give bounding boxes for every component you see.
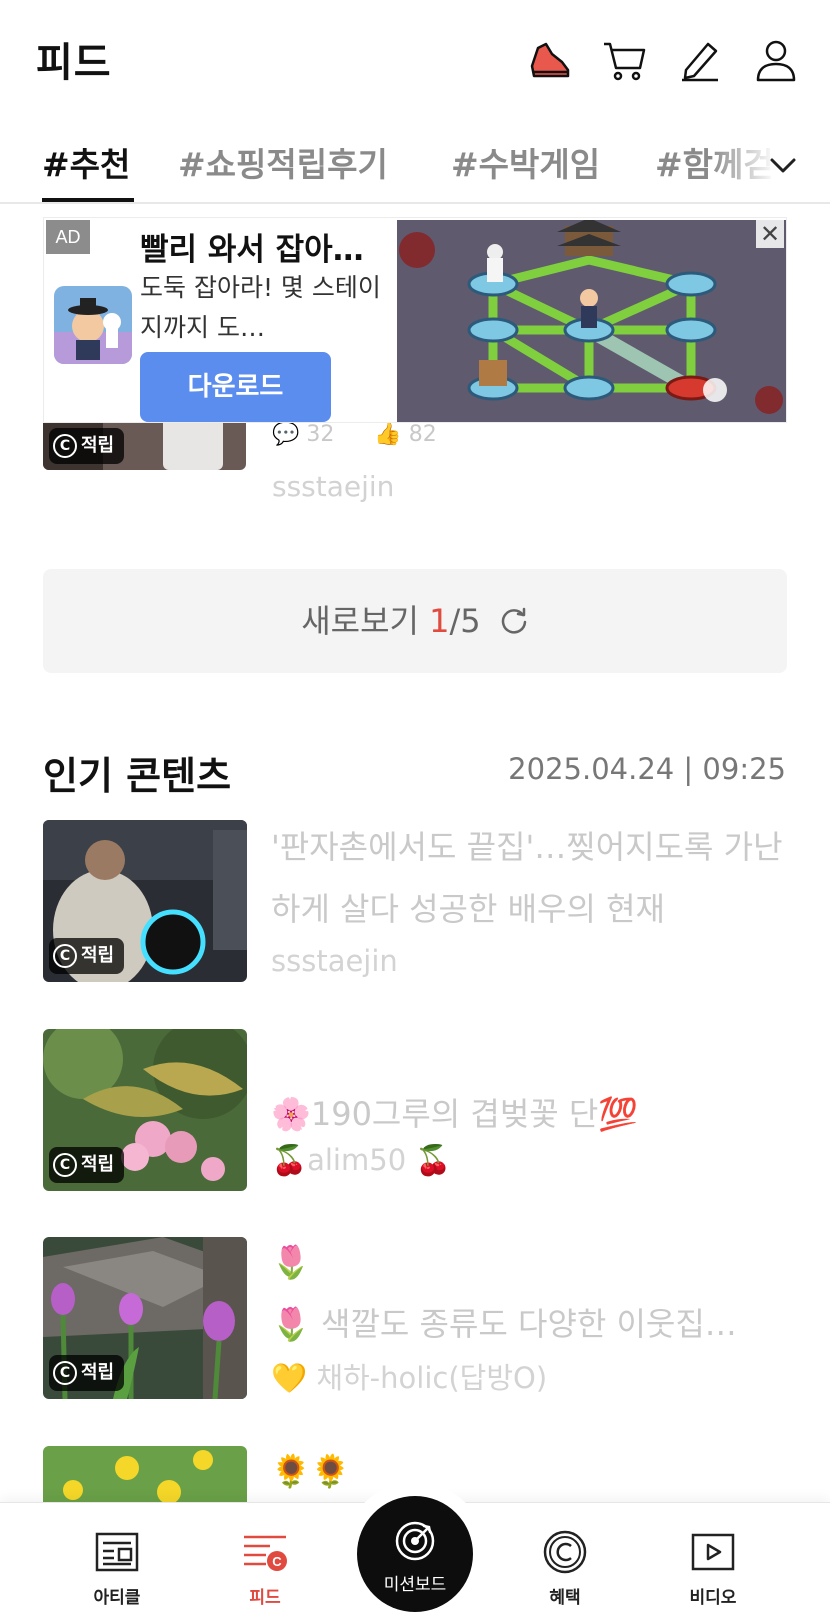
section-timestamp: 2025.04.24 | 09:25 (508, 752, 786, 786)
item-author[interactable]: 💛 채하-holic(답방O) (271, 1355, 547, 1397)
copyright-coin-icon (543, 1530, 587, 1574)
nav-item-mission-board[interactable]: 미션보드 (357, 1496, 473, 1612)
feed-thumbnail[interactable]: C 적립 (43, 820, 247, 982)
item-author[interactable]: ssstaejin (271, 944, 398, 978)
page-title: 피드 (36, 40, 112, 86)
refresh-icon (501, 607, 527, 634)
comment-count-value: 32 (306, 422, 335, 447)
refresh-current-page: 1 (429, 602, 450, 640)
ad-game-image[interactable] (397, 218, 786, 422)
refresh-total-pages: /5 (449, 602, 481, 640)
reward-badge-label: 적립 (81, 1362, 115, 1383)
like-count: 👍 82 (374, 422, 437, 447)
section-title: 인기 콘텐츠 (43, 754, 232, 798)
tab-shopping-review[interactable]: #쇼핑적립후기 (178, 138, 388, 186)
feed-icon: C (244, 1535, 287, 1571)
ad-download-button[interactable]: 다운로드 (140, 352, 331, 422)
header-actions (524, 36, 800, 84)
cart-icon[interactable] (600, 36, 648, 84)
list-item[interactable]: C 적립 '판자촌에서도 끝집'…찢어지도록 가난하게 살다 성공한 배우의 현… (43, 820, 787, 982)
ad-banner[interactable]: AD 빨리 와서 잡아… 도둑 잡아라! 몇 스테이지까지 도… 다운로드 ✕ (43, 217, 787, 423)
active-tab-indicator (42, 198, 134, 202)
item-author[interactable]: 🍒alim50 🍒 (271, 1143, 451, 1178)
target-icon (395, 1521, 435, 1561)
hashtag-tabs: #추천 #쇼핑적립후기 #수박게임 #함께걷기 (0, 128, 830, 204)
comment-count: 💬 32 (272, 422, 335, 447)
item-title[interactable]: 🌻🌻 (271, 1440, 791, 1502)
reward-badge: C 적립 (49, 1147, 125, 1183)
list-item[interactable]: C 적립 🌸190그루의 겹벚꽃 단💯 🍒alim50 🍒 (43, 1029, 787, 1191)
app-header: 피드 (0, 0, 830, 120)
nav-item-feed[interactable]: C 피드 (205, 1529, 325, 1608)
copyright-icon: C (53, 1361, 77, 1385)
ad-description: 도둑 잡아라! 몇 스테이지까지 도… (140, 273, 381, 342)
pencil-icon[interactable] (676, 36, 724, 84)
list-item[interactable]: C 적립 🌷 🌷 색깔도 종류도 다양한 이웃집… 💛 채하-holic(답방O… (43, 1237, 787, 1399)
nav-label: 아티클 (93, 1588, 141, 1608)
like-count-value: 82 (408, 422, 437, 447)
item-title-line2[interactable]: 🌷 색깔도 종류도 다양한 이웃집… (271, 1293, 791, 1355)
nav-label: 미션보드 (383, 1575, 447, 1595)
reward-badge: C 적립 (49, 428, 125, 464)
feed-thumbnail[interactable]: C 적립 (43, 1237, 247, 1399)
item-title[interactable]: '판자촌에서도 끝집'…찢어지도록 가난하게 살다 성공한 배우의 현재 (271, 816, 791, 940)
nav-item-video[interactable]: 비디오 (653, 1529, 773, 1608)
reward-badge-label: 적립 (81, 435, 115, 456)
item-title-line1[interactable]: 🌷 (271, 1231, 791, 1293)
nav-label: 피드 (249, 1588, 281, 1608)
nav-label: 혜택 (549, 1588, 581, 1608)
copyright-icon: C (53, 434, 77, 458)
ad-app-icon[interactable] (54, 286, 132, 364)
nav-item-article[interactable]: 아티클 (57, 1529, 177, 1608)
play-icon (691, 1533, 735, 1571)
ad-close-button[interactable]: ✕ (756, 220, 784, 248)
refresh-button[interactable]: 새로보기 1/5 (43, 569, 787, 673)
copyright-icon: C (53, 1153, 77, 1177)
item-title[interactable]: 🌸190그루의 겹벚꽃 단💯 (271, 1083, 791, 1145)
reward-badge: C 적립 (49, 1355, 125, 1391)
sneaker-icon[interactable] (524, 36, 572, 84)
feed-stats: 💬 32 👍 82 (272, 422, 437, 447)
feed-author[interactable]: ssstaejin (272, 470, 394, 503)
reward-badge-label: 적립 (81, 945, 115, 966)
svg-text:C: C (272, 1554, 282, 1569)
ad-badge: AD (46, 220, 90, 254)
tab-recommended[interactable]: #추천 (42, 138, 130, 186)
nav-item-benefit[interactable]: 혜택 (505, 1529, 625, 1608)
feed-thumbnail[interactable]: C 적립 (43, 1029, 247, 1191)
tab-watermelon-game[interactable]: #수박게임 (451, 138, 600, 186)
reward-badge: C 적립 (49, 938, 125, 974)
chevron-down-icon[interactable] (766, 148, 800, 182)
nav-label: 비디오 (689, 1588, 737, 1608)
refresh-label: 새로보기 (301, 602, 419, 640)
ad-title[interactable]: 빨리 와서 잡아… (140, 224, 390, 269)
copyright-icon: C (53, 944, 77, 968)
reward-badge-label: 적립 (81, 1154, 115, 1175)
user-icon[interactable] (752, 36, 800, 84)
newspaper-icon (95, 1532, 139, 1572)
